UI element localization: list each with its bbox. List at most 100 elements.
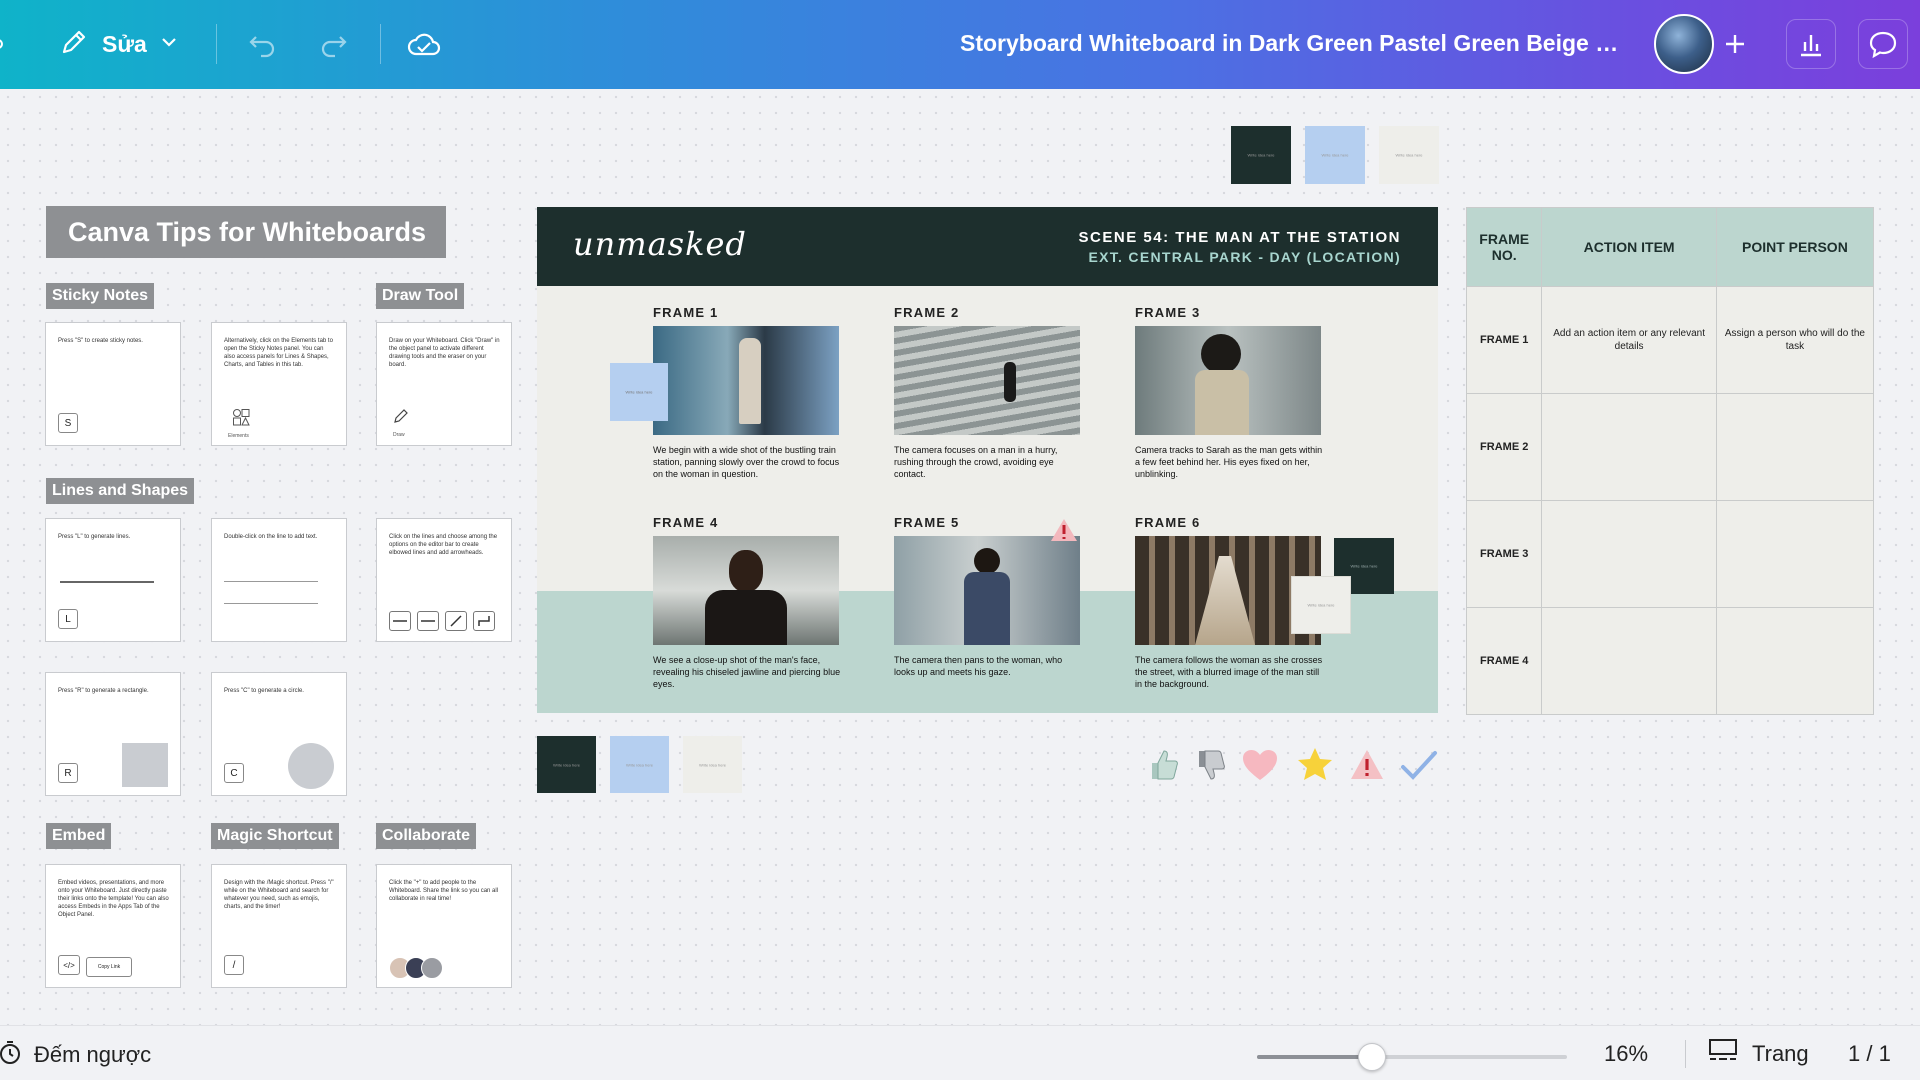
tip-card-elements[interactable]: Alternatively, click on the Elements tab… (211, 322, 347, 446)
cropped-menu-icon[interactable] (0, 22, 24, 66)
table-cell[interactable]: FRAME 2 (1465, 393, 1543, 501)
tip-card-lines[interactable]: Press "L" to generate lines. L (45, 518, 181, 642)
sample-circle (288, 743, 334, 789)
table-header-row: FRAME NO. ACTION ITEM POINT PERSON (1465, 207, 1875, 287)
table-cell[interactable]: Assign a person who will do the task (1715, 286, 1875, 394)
frame-caption: Camera tracks to Sarah as the man gets w… (1135, 445, 1323, 479)
table-cell[interactable] (1715, 393, 1875, 501)
frame-4-image[interactable] (653, 536, 839, 645)
tip-card-rectangle[interactable]: Press "R" to generate a rectangle. R (45, 672, 181, 796)
tip-text: Draw on your Whiteboard. Click "Draw" in… (389, 338, 500, 368)
section-tag-embed[interactable]: Embed (46, 823, 112, 849)
heart-icon[interactable] (1240, 745, 1280, 785)
frame-3-image[interactable] (1135, 326, 1321, 435)
tip-text: Design with the /Magic shortcut. Press "… (224, 880, 334, 910)
tip-card-circle[interactable]: Press "C" to generate a circle. C (211, 672, 347, 796)
tip-text: Press "C" to generate a circle. (224, 688, 304, 694)
sticky-note-dark[interactable]: Write idea here (537, 736, 596, 793)
warning-icon[interactable] (1347, 745, 1387, 785)
sticky-note-text: Write idea here (1395, 152, 1423, 158)
table-header-cell[interactable]: POINT PERSON (1715, 207, 1875, 287)
table-cell[interactable] (1715, 500, 1875, 608)
sticky-note-text: Write idea here (625, 389, 653, 395)
undo-icon[interactable] (240, 22, 284, 66)
sticky-note-beige[interactable]: Write idea here (683, 736, 742, 793)
code-icon: </> (58, 955, 80, 975)
frame-1-image[interactable] (653, 326, 839, 435)
tip-card-embed[interactable]: Embed videos, presentations, and more on… (45, 864, 181, 988)
check-icon[interactable] (1399, 745, 1439, 785)
tip-card-magic[interactable]: Design with the /Magic shortcut. Press "… (211, 864, 347, 988)
section-tag-collaborate[interactable]: Collaborate (376, 823, 477, 849)
table-cell[interactable] (1541, 393, 1717, 501)
table-cell[interactable] (1715, 607, 1875, 715)
redo-icon[interactable] (312, 22, 356, 66)
table-cell[interactable] (1541, 607, 1717, 715)
section-tag-draw-tool[interactable]: Draw Tool (376, 283, 465, 309)
bar-chart-icon[interactable] (1786, 19, 1836, 69)
table-row: FRAME 1 Add an action item or any releva… (1465, 286, 1875, 394)
plus-icon[interactable] (1710, 19, 1760, 69)
sticky-note-text: Write idea here (1247, 152, 1275, 158)
sticky-note-blue[interactable]: Write idea here (610, 363, 668, 421)
sticky-note-dark[interactable]: Write idea here (1231, 126, 1291, 184)
table-header-cell[interactable]: FRAME NO. (1465, 207, 1543, 287)
tip-card-draw[interactable]: Draw on your Whiteboard. Click "Draw" in… (376, 322, 512, 446)
table-header-cell[interactable]: ACTION ITEM (1541, 207, 1717, 287)
avatar[interactable] (1654, 14, 1714, 74)
warning-icon[interactable] (1049, 517, 1079, 548)
tips-title[interactable]: Canva Tips for Whiteboards (46, 206, 446, 258)
star-icon[interactable] (1295, 745, 1335, 785)
tip-text: Click the "+" to add people to the White… (389, 880, 499, 902)
zoom-slider-thumb[interactable] (1357, 1043, 1386, 1071)
straight-line-icon (389, 611, 411, 631)
avatar (421, 957, 443, 979)
section-tag-lines-shapes[interactable]: Lines and Shapes (46, 478, 195, 504)
figure-silhouette (1004, 362, 1016, 402)
tip-card-sticky[interactable]: Press "S" to create sticky notes. S (45, 322, 181, 446)
sticky-note-blue[interactable]: Write idea here (1305, 126, 1365, 184)
frame-label: FRAME 1 (653, 305, 719, 320)
keycap-r: R (58, 763, 78, 783)
section-tag-magic-shortcut[interactable]: Magic Shortcut (211, 823, 339, 849)
zoom-slider[interactable] (1257, 1043, 1567, 1071)
scene-location: EXT. CENTRAL PARK - DAY (LOCATION) (1088, 249, 1401, 265)
thumbs-down-icon[interactable] (1191, 745, 1231, 785)
sample-line (224, 581, 318, 582)
frame-5-image[interactable] (894, 536, 1080, 645)
edit-mode-button[interactable]: Sửa (58, 22, 179, 66)
bottom-bar: Đếm ngược 16% Trang 1 / 1 (0, 1025, 1920, 1080)
table-cell[interactable] (1541, 500, 1717, 608)
sticky-note-beige[interactable]: Write idea here (1292, 577, 1350, 633)
timer-button[interactable]: Đếm ngược (0, 1040, 151, 1070)
diagonal-line-icon (445, 611, 467, 631)
zoom-level[interactable]: 16% (1604, 1041, 1648, 1067)
cloud-check-icon[interactable] (402, 22, 446, 66)
draw-label: Draw (393, 432, 405, 438)
frame-2-image[interactable] (894, 326, 1080, 435)
table-cell[interactable]: FRAME 3 (1465, 500, 1543, 608)
table-cell[interactable]: FRAME 4 (1465, 607, 1543, 715)
figure-silhouette (739, 338, 761, 424)
sticky-note-beige[interactable]: Write idea here (1379, 126, 1439, 184)
pages-button[interactable]: Trang (1708, 1038, 1809, 1070)
frame-caption: The camera follows the woman as she cros… (1135, 655, 1323, 689)
section-tag-sticky-notes[interactable]: Sticky Notes (46, 283, 155, 309)
sticky-note-text: Write idea here (698, 762, 727, 767)
tip-card-line-text[interactable]: Double-click on the line to add text. (211, 518, 347, 642)
sticky-note-blue[interactable]: Write idea here (610, 736, 669, 793)
thumbs-up-icon[interactable] (1144, 745, 1184, 785)
table-cell[interactable]: Add an action item or any relevant detai… (1541, 286, 1717, 394)
document-title[interactable]: Storyboard Whiteboard in Dark Green Past… (960, 30, 1620, 57)
sample-line (224, 603, 318, 604)
storyboard[interactable]: unmasked SCENE 54: THE MAN AT THE STATIO… (537, 207, 1438, 713)
comment-icon[interactable] (1858, 19, 1908, 69)
tip-card-line-options[interactable]: Click on the lines and choose among the … (376, 518, 512, 642)
table-row: FRAME 3 (1465, 500, 1875, 608)
frame-label: FRAME 3 (1135, 305, 1201, 320)
tip-card-collaborate[interactable]: Click the "+" to add people to the White… (376, 864, 512, 988)
frame-caption: We begin with a wide shot of the bustlin… (653, 445, 840, 479)
table-cell[interactable]: FRAME 1 (1465, 286, 1543, 394)
action-plan-table[interactable]: FRAME NO. ACTION ITEM POINT PERSON FRAME… (1465, 207, 1875, 715)
sticky-note-text: Write idea here (1321, 152, 1349, 158)
